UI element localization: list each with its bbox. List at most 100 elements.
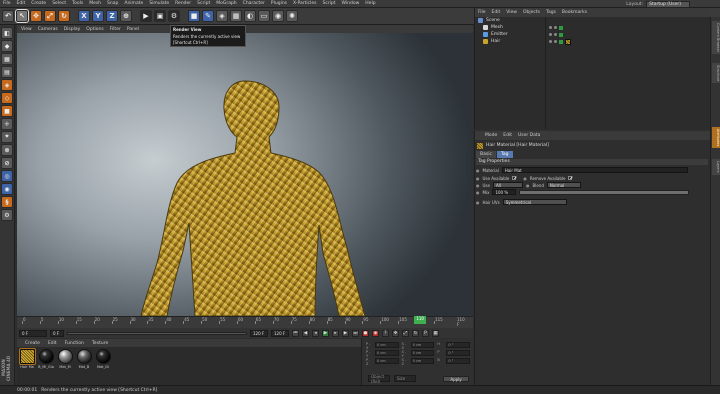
prev-key-icon[interactable]: ◀ xyxy=(302,329,309,337)
y-axis-icon[interactable]: Y xyxy=(92,10,104,22)
coord-field[interactable]: 0 cm xyxy=(375,350,399,356)
remove-available-checkbox[interactable] xyxy=(568,176,573,180)
model-mode-icon[interactable]: ◆ xyxy=(1,40,13,52)
object-row-emitter[interactable]: Emitter xyxy=(475,31,710,38)
object-row-hair[interactable]: Hair xyxy=(475,38,710,45)
record-icon[interactable]: ● xyxy=(362,329,369,337)
coord-field[interactable]: 0 cm xyxy=(410,350,435,356)
pla-key-icon[interactable]: ▦ xyxy=(432,329,439,337)
scale-icon[interactable]: ⤢ xyxy=(44,10,56,22)
rotate-icon[interactable]: ↻ xyxy=(58,10,70,22)
coord-field[interactable]: 0 cm xyxy=(375,342,399,348)
menu-script[interactable]: Script xyxy=(197,1,210,6)
side-tab-content-browser[interactable]: Content Browser xyxy=(712,21,720,55)
blend-dropdown[interactable]: Normal xyxy=(546,182,581,188)
perspective-viewport[interactable] xyxy=(17,33,473,316)
coordinate-system-icon[interactable]: ⊕ xyxy=(120,10,132,22)
menu-help[interactable]: Help xyxy=(365,1,375,6)
size-mode-dropdown[interactable]: Size xyxy=(394,375,416,382)
enabled-check-icon[interactable] xyxy=(559,32,563,37)
rotation-key-icon[interactable]: ↻ xyxy=(412,329,419,337)
polygons-mode-icon[interactable]: ■ xyxy=(1,105,13,117)
select-arrow-icon[interactable]: ↖ xyxy=(15,9,29,23)
edges-mode-icon[interactable]: ◇ xyxy=(1,92,13,104)
tweak-mode-icon[interactable]: ⌖ xyxy=(1,131,13,143)
visibility-editor-dot[interactable] xyxy=(549,33,552,36)
side-tab-structure[interactable]: Structure xyxy=(712,63,720,84)
go-to-end-icon[interactable]: ⏭ xyxy=(352,329,359,337)
workplane-icon[interactable]: ▤ xyxy=(1,66,13,78)
menu-animate[interactable]: Animate xyxy=(124,1,143,6)
pen-icon[interactable]: ✎ xyxy=(202,10,214,22)
array-icon[interactable]: ▦ xyxy=(230,10,242,22)
light-icon[interactable]: ✺ xyxy=(286,10,298,22)
attribute-menu-edit[interactable]: Edit xyxy=(503,133,512,138)
menu-script[interactable]: Script xyxy=(322,1,335,6)
coord-field[interactable]: 0 cm xyxy=(410,342,435,348)
sculpt-icon[interactable]: ◎ xyxy=(1,170,13,182)
object-row-scene[interactable]: Scene xyxy=(475,17,710,24)
next-key-icon[interactable]: ▶ xyxy=(342,329,349,337)
coord-field[interactable]: 0 ° xyxy=(446,342,471,348)
visibility-editor-dot[interactable] xyxy=(549,40,552,43)
material-swatch[interactable]: Mat_M xyxy=(57,349,73,369)
hair-uvs-dropdown[interactable]: Symmetrical xyxy=(502,199,567,205)
axis-mode-icon[interactable]: ✛ xyxy=(1,118,13,130)
coord-field[interactable]: 0 ° xyxy=(446,350,471,356)
menu-mograph[interactable]: MoGraph xyxy=(216,1,236,6)
expand-arrow-icon[interactable]: ● xyxy=(476,168,480,173)
render-settings-icon[interactable]: ⚙ xyxy=(168,10,180,22)
camera-icon[interactable]: ◉ xyxy=(272,10,284,22)
menu-character[interactable]: Character xyxy=(243,1,265,6)
object-menu-tags[interactable]: Tags xyxy=(546,10,556,15)
layout-selector[interactable]: Layout: Startup (User) xyxy=(626,1,690,8)
start-frame-field[interactable]: 0 F xyxy=(19,329,47,337)
visibility-render-dot[interactable] xyxy=(554,33,557,36)
texture-mode-icon[interactable]: ▦ xyxy=(1,53,13,65)
timeline-ruler[interactable]: 0 5 10 15 20 25 30 35 40 45 50 55 60 65 70 75 80 85 90 95 10… xyxy=(17,316,465,327)
object-menu-edit[interactable]: Edit xyxy=(492,10,501,15)
mix-slider[interactable] xyxy=(519,189,690,195)
side-tab-attributes[interactable]: Attributes xyxy=(712,127,720,149)
enabled-check-icon[interactable] xyxy=(559,25,563,30)
material-field[interactable]: Hair Mat xyxy=(501,167,688,173)
subdivision-icon[interactable]: ◈ xyxy=(216,10,228,22)
coord-mode-dropdown[interactable]: Object (Rel) xyxy=(368,374,390,384)
render-view-icon[interactable]: ▶ xyxy=(140,10,152,22)
attribute-menu-mode[interactable]: Mode xyxy=(485,133,497,138)
viewport-menu-options[interactable]: Options xyxy=(86,27,103,32)
menu-render[interactable]: Render xyxy=(175,1,191,6)
coord-field[interactable]: 0 cm xyxy=(375,358,399,364)
make-editable-icon[interactable]: ◧ xyxy=(1,27,13,39)
move-icon[interactable]: ✥ xyxy=(30,10,42,22)
viewport-menu-display[interactable]: Display xyxy=(64,27,81,32)
python-icon[interactable]: ⚙ xyxy=(1,209,13,221)
object-menu-bookmarks[interactable]: Bookmarks xyxy=(562,10,587,15)
position-key-icon[interactable]: ✥ xyxy=(392,329,399,337)
visibility-editor-dot[interactable] xyxy=(549,26,552,29)
menu-create[interactable]: Create xyxy=(31,1,46,6)
tab-tag[interactable]: Tag xyxy=(496,151,513,158)
menu-x-particles[interactable]: X-Particles xyxy=(293,1,316,6)
material-menu-function[interactable]: Function xyxy=(65,341,84,346)
go-to-start-icon[interactable]: ⏮ xyxy=(292,329,299,337)
param-key-icon[interactable]: P xyxy=(422,329,429,337)
menu-file[interactable]: File xyxy=(3,1,11,6)
object-menu-file[interactable]: File xyxy=(478,10,486,15)
object-row-mesh[interactable]: Mesh xyxy=(475,24,710,31)
tag-properties-header[interactable]: Tag Properties xyxy=(476,159,708,165)
menu-tools[interactable]: Tools xyxy=(72,1,83,6)
hair-material-tag-icon[interactable] xyxy=(565,38,571,45)
mix-field[interactable]: 100 % xyxy=(492,189,517,195)
menu-snap[interactable]: Snap xyxy=(107,1,118,6)
coord-field[interactable]: 0 cm xyxy=(410,358,435,364)
material-swatch[interactable]: Hair Ma xyxy=(18,348,36,369)
xparticles-icon[interactable]: § xyxy=(1,196,13,208)
material-menu-create[interactable]: Create xyxy=(25,341,40,346)
material-swatch[interactable]: Mat_Di xyxy=(95,349,111,369)
viewport-menu-filter[interactable]: Filter xyxy=(110,27,121,32)
locking-icon[interactable]: ⊘ xyxy=(1,157,13,169)
min-frame-field[interactable]: 0 F xyxy=(50,329,64,337)
deformer-icon[interactable]: ◐ xyxy=(244,10,256,22)
menu-mesh[interactable]: Mesh xyxy=(89,1,101,6)
